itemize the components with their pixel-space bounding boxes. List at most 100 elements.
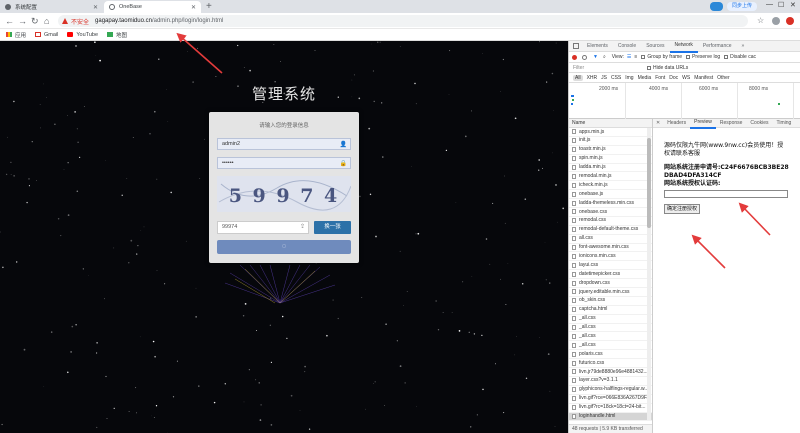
address-bar[interactable]: 不安全 gagapay.taomiduo.cn /admin.php/login… [58,15,748,27]
close-icon[interactable]: ✕ [93,4,98,11]
request-row[interactable]: layui.css [569,261,652,271]
devtools-tab-elements[interactable]: Elements [582,41,613,52]
request-row[interactable]: remodal.min.js [569,172,652,182]
filter-funnel-icon[interactable]: ▼ [593,54,598,60]
disable-cache-checkbox[interactable] [724,55,729,59]
bookmark-maps[interactable]: 地图 [107,31,127,39]
request-row[interactable]: jquery.editable.min.css [569,288,652,297]
group-by-frame-checkbox[interactable] [641,55,646,59]
tab-system-config[interactable]: 系统配置 ✕ [0,1,103,13]
cloud-sync-icon[interactable] [710,2,723,11]
request-row[interactable]: loginhandle.html [569,412,652,422]
username-field[interactable]: admin2 👤 [217,138,351,150]
request-row[interactable]: livn.jr79de8880e96e4881432... [569,368,652,377]
type-filter-manifest[interactable]: Manifest [694,75,713,81]
type-filter-media[interactable]: Media [638,75,652,81]
detail-tab-timing[interactable]: Timing [773,119,796,128]
sync-upload-button[interactable]: 同步上传 [727,2,757,11]
new-tab-plus-icon[interactable]: + [206,1,212,13]
profile-avatar-icon[interactable] [786,17,794,25]
type-filter-doc[interactable]: Doc [669,75,678,81]
login-button[interactable]: ◌ [217,240,351,254]
detail-tab-preview[interactable]: Preview [690,118,716,129]
password-field[interactable]: •••••• 🔒 [217,157,351,169]
type-filter-other[interactable]: Other [717,75,730,81]
request-row[interactable]: onebase.js [569,190,652,200]
reload-icon[interactable]: ↻ [31,15,39,27]
captcha-image[interactable]: 5 9 9 7 4 [217,176,351,212]
refresh-captcha-button[interactable]: 换一张 [314,221,351,234]
hide-data-urls-checkbox[interactable] [647,65,651,70]
more-tabs-chevron-icon[interactable]: » [737,41,750,52]
type-filter-css[interactable]: CSS [611,75,621,81]
request-row[interactable]: _all.css [569,315,652,324]
type-filter-font[interactable]: Font [655,75,665,81]
request-row[interactable]: remodal.css [569,217,652,226]
type-filter-all[interactable]: All [573,74,583,81]
request-list-scrollbar[interactable] [647,128,651,420]
record-icon[interactable] [572,54,577,60]
request-row[interactable]: livn.gif?rce=066E836A267D9F... [569,395,652,404]
preserve-log-checkbox[interactable] [686,55,691,59]
detail-tab-cookies[interactable]: Cookies [746,119,772,128]
close-detail-icon[interactable]: ✕ [653,120,663,126]
filter-input[interactable]: Filter [573,65,643,71]
request-row[interactable]: _all.css [569,332,652,342]
request-row[interactable]: ionicons.min.css [569,252,652,262]
request-row[interactable]: spin.min.js [569,155,652,164]
devtools-tab-performance[interactable]: Performance [698,41,737,52]
request-row[interactable]: captcha.html [569,306,652,315]
forward-arrow-icon[interactable]: → [18,15,27,27]
request-row[interactable]: all.css [569,235,652,244]
request-list-header[interactable]: Name [569,119,652,128]
auth-code-input[interactable] [664,190,788,198]
request-row[interactable]: ladda-themeless.min.css [569,199,652,209]
type-filter-img[interactable]: Img [625,75,633,81]
request-row[interactable]: layer.css?v=3.1.1 [569,377,652,386]
bookmark-apps[interactable]: 应用 [6,31,26,39]
type-filter-js[interactable]: JS [601,75,607,81]
home-icon[interactable]: ⌂ [44,15,49,27]
extension-icon[interactable] [772,17,780,25]
request-row[interactable]: onebase.css [569,208,652,217]
waterfall-icon[interactable]: ≡ [634,54,637,60]
devtools-tab-network[interactable]: Network [669,40,698,53]
request-row[interactable]: futurico.css [569,359,652,369]
confirm-register-button[interactable]: 确定注册授权 [664,204,701,214]
network-overview-timeline[interactable]: 2000 ms 4000 ms 6000 ms 8000 ms [569,83,800,119]
large-rows-icon[interactable]: ☰ [627,54,631,60]
type-filter-xhr[interactable]: XHR [587,75,598,81]
request-row[interactable]: dropdown.css [569,279,652,289]
inspect-element-icon[interactable] [573,43,579,49]
search-icon[interactable]: ⌕ [603,54,606,60]
clear-icon[interactable] [582,54,587,60]
bookmark-gmail[interactable]: Gmail [35,32,58,38]
maximize-icon[interactable]: ☐ [778,1,784,9]
close-icon[interactable]: ✕ [191,4,196,11]
detail-tab-response[interactable]: Response [716,119,747,128]
request-row[interactable]: icheck.min.js [569,181,652,191]
request-row[interactable]: _all.css [569,341,652,351]
scrollbar-thumb[interactable] [647,138,651,228]
devtools-tab-sources[interactable]: Sources [641,41,669,52]
request-row[interactable]: remodal-default-theme.css [569,226,652,235]
minimize-icon[interactable]: — [766,1,773,8]
request-row[interactable]: apps.min.js [569,128,652,137]
bookmark-youtube[interactable]: YouTube [67,32,98,38]
devtools-tab-console[interactable]: Console [613,41,641,52]
request-row[interactable]: livn.gif?rc=18ck=18ct=24-bit... [569,404,652,413]
window-close-icon[interactable]: ✕ [790,1,796,9]
request-row[interactable]: font-awesome.min.css [569,244,652,253]
request-row[interactable]: ob_skin.css [569,297,652,306]
detail-tab-headers[interactable]: Headers [663,119,690,128]
request-row[interactable]: datetimepicker.css [569,270,652,280]
request-row[interactable]: init.js [569,137,652,146]
bookmark-star-icon[interactable]: ☆ [757,15,764,27]
request-row[interactable]: _all.css [569,324,652,333]
request-row[interactable]: polaris.css [569,350,652,360]
request-row[interactable]: glyphicons-halflings-regular.w... [569,386,652,395]
insecure-label[interactable]: 不安全 [71,17,89,26]
back-arrow-icon[interactable]: ← [5,15,14,27]
captcha-input[interactable]: 99974 ⇪ [217,221,309,234]
tab-onebase[interactable]: OneBase ✕ [104,1,201,13]
